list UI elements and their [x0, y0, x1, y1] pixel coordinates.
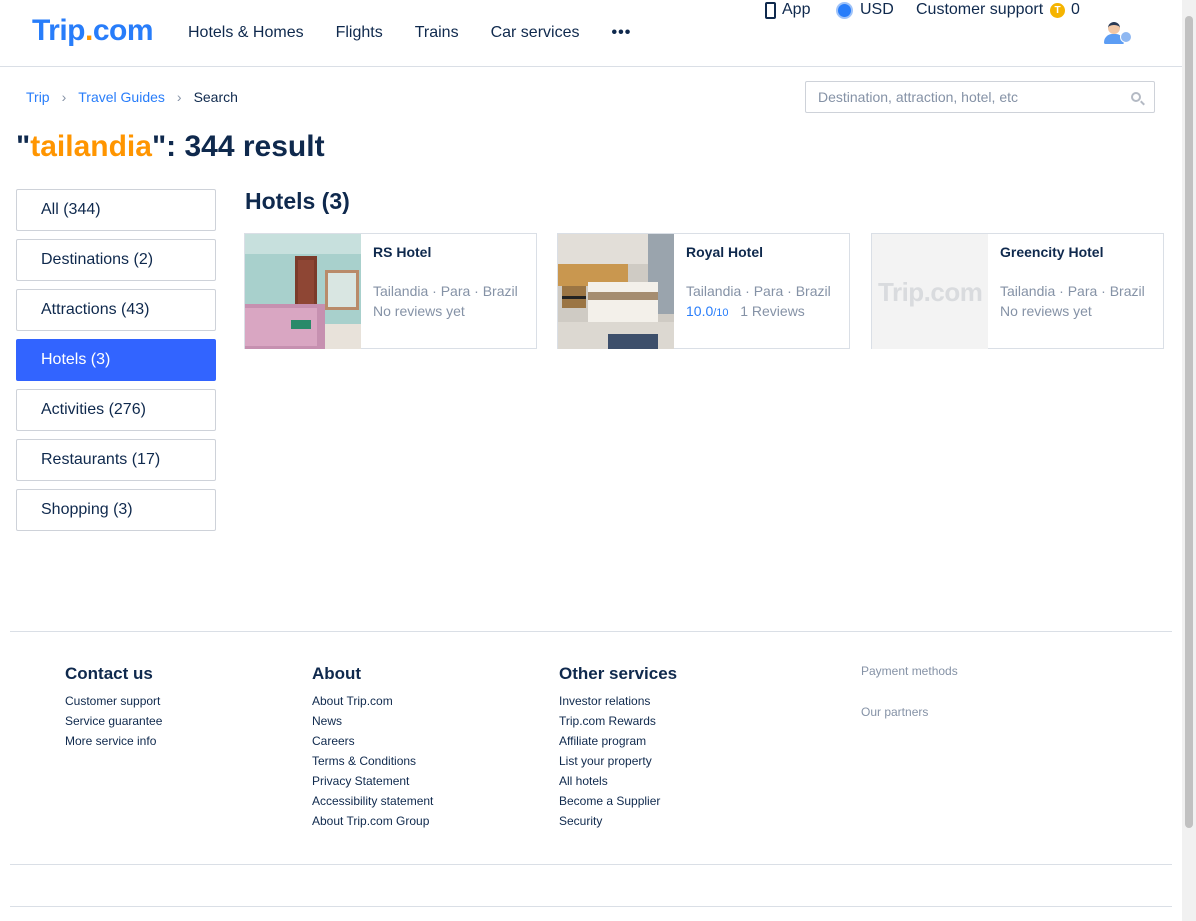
footer-divider — [10, 906, 1172, 907]
phone-icon — [765, 1, 776, 19]
logo-part-com: com — [92, 14, 154, 47]
hotel-location: Tailandia · Para · Brazil — [1000, 283, 1145, 299]
footer-link[interactable]: List your property — [559, 754, 677, 768]
footer-link[interactable]: All hotels — [559, 774, 677, 788]
footer-link[interactable]: Careers — [312, 734, 433, 748]
footer-other-services: Other services Investor relations Trip.c… — [559, 664, 677, 834]
review-count[interactable]: 1 Reviews — [740, 303, 805, 319]
hotel-location: Tailandia · Para · Brazil — [373, 283, 518, 299]
footer-link[interactable]: About Trip.com — [312, 694, 433, 708]
footer-link[interactable]: Affiliate program — [559, 734, 677, 748]
chevron-right-icon: › — [176, 89, 182, 105]
breadcrumb-travel-guides[interactable]: Travel Guides — [78, 89, 165, 105]
hotel-score: 10.0 — [686, 303, 714, 319]
footer-link[interactable]: Become a Supplier — [559, 794, 677, 808]
footer-link[interactable]: Security — [559, 814, 677, 828]
logo-dot: . — [85, 14, 93, 47]
currency-selector[interactable]: USD — [836, 0, 894, 20]
footer-link[interactable]: Privacy Statement — [312, 774, 433, 788]
footer-about: About About Trip.com News Careers Terms … — [312, 664, 433, 834]
search-input[interactable] — [818, 88, 1118, 106]
hotel-photo — [558, 234, 674, 349]
footer-link[interactable]: Investor relations — [559, 694, 677, 708]
nav-car-services[interactable]: Car services — [491, 22, 580, 44]
filter-destinations[interactable]: Destinations (2) — [16, 239, 216, 281]
breadcrumb-trip[interactable]: Trip — [26, 89, 50, 105]
footer-link[interactable]: Customer support — [65, 694, 162, 708]
nav-trains[interactable]: Trains — [415, 22, 459, 44]
top-header: Trip.com Hotels & Homes Flights Trains C… — [0, 0, 1182, 67]
currency-label: USD — [860, 1, 894, 18]
hotel-location: Tailandia · Para · Brazil — [686, 283, 831, 299]
coin-icon: T — [1050, 2, 1065, 18]
hotel-photo — [245, 234, 361, 349]
trip-coins[interactable]: T 0 — [1050, 0, 1080, 20]
search-box — [805, 81, 1155, 113]
filter-hotels[interactable]: Hotels (3) — [16, 339, 216, 381]
hotel-info: RS Hotel Tailandia · Para · Brazil No re… — [373, 244, 530, 319]
nav-flights[interactable]: Flights — [336, 22, 383, 44]
hotels-section-title: Hotels (3) — [245, 188, 350, 214]
search-keyword: tailandia — [30, 130, 152, 163]
footer-divider — [10, 864, 1172, 865]
hotel-info: Greencity Hotel Tailandia · Para · Brazi… — [1000, 244, 1157, 319]
customer-support-link[interactable]: Customer support — [916, 0, 1043, 20]
review-text: No reviews yet — [373, 303, 465, 319]
page-scrollbar[interactable] — [1182, 0, 1196, 921]
trip-logo[interactable]: Trip.com — [32, 14, 154, 48]
footer-link[interactable]: Trip.com Rewards — [559, 714, 677, 728]
footer-contact: Contact us Customer support Service guar… — [65, 664, 162, 754]
hotel-photo-placeholder: Trip.com — [872, 234, 988, 349]
breadcrumb-search: Search — [193, 89, 238, 105]
hotel-info: Royal Hotel Tailandia · Para · Brazil 10… — [686, 244, 843, 321]
hotel-name[interactable]: Royal Hotel — [686, 244, 843, 260]
footer-link[interactable]: About Trip.com Group — [312, 814, 433, 828]
footer-about-title: About — [312, 664, 362, 683]
filter-attractions[interactable]: Attractions (43) — [16, 289, 216, 331]
footer-link[interactable]: News — [312, 714, 433, 728]
page-title: "tailandia": 344 result — [16, 130, 325, 164]
filter-activities[interactable]: Activities (276) — [16, 389, 216, 431]
logo-part-trip: Trip — [32, 14, 86, 47]
user-avatar-icon[interactable] — [1103, 22, 1133, 46]
app-link[interactable]: App — [765, 0, 810, 20]
footer-link[interactable]: Terms & Conditions — [312, 754, 433, 768]
review-text: No reviews yet — [1000, 303, 1092, 319]
hotel-reviews: 10.0/10 1 Reviews — [686, 303, 843, 321]
footer-link[interactable]: Accessibility statement — [312, 794, 433, 808]
placeholder-logo: Trip.com — [878, 277, 983, 307]
nav-hotels-homes[interactable]: Hotels & Homes — [188, 22, 304, 44]
app-label: App — [782, 1, 811, 18]
filter-all[interactable]: All (344) — [16, 189, 216, 231]
our-partners-label: Our partners — [861, 705, 929, 719]
footer-link[interactable]: Service guarantee — [65, 714, 162, 728]
footer-other-title: Other services — [559, 664, 678, 683]
hotel-name[interactable]: Greencity Hotel — [1000, 244, 1157, 260]
footer-link[interactable]: More service info — [65, 734, 162, 748]
hotel-name[interactable]: RS Hotel — [373, 244, 530, 260]
title-open-quote: " — [16, 130, 31, 163]
hotel-card[interactable]: Trip.com Greencity Hotel Tailandia · Par… — [871, 233, 1164, 349]
customer-support-label: Customer support — [916, 1, 1044, 18]
hotel-card[interactable]: Royal Hotel Tailandia · Para · Brazil 10… — [557, 233, 850, 349]
hotel-score-max: /10 — [713, 307, 729, 319]
coin-count: 0 — [1071, 1, 1080, 18]
footer-divider — [10, 631, 1172, 632]
globe-icon — [836, 1, 853, 19]
payment-methods-label: Payment methods — [861, 664, 958, 678]
filter-restaurants[interactable]: Restaurants (17) — [16, 439, 216, 481]
hotel-reviews: No reviews yet — [1000, 303, 1157, 319]
result-count-text: ": 344 result — [151, 130, 325, 163]
main-nav: Hotels & Homes Flights Trains Car servic… — [188, 22, 663, 44]
hotel-reviews: No reviews yet — [373, 303, 530, 319]
chevron-right-icon: › — [61, 89, 67, 105]
breadcrumb: Trip › Travel Guides › Search — [26, 89, 238, 105]
more-menu-icon[interactable]: ••• — [611, 22, 631, 44]
search-icon[interactable] — [1131, 92, 1141, 102]
filter-shopping[interactable]: Shopping (3) — [16, 489, 216, 531]
footer-contact-title: Contact us — [65, 664, 153, 683]
hotel-card[interactable]: RS Hotel Tailandia · Para · Brazil No re… — [244, 233, 537, 349]
scrollbar-thumb[interactable] — [1185, 16, 1193, 828]
